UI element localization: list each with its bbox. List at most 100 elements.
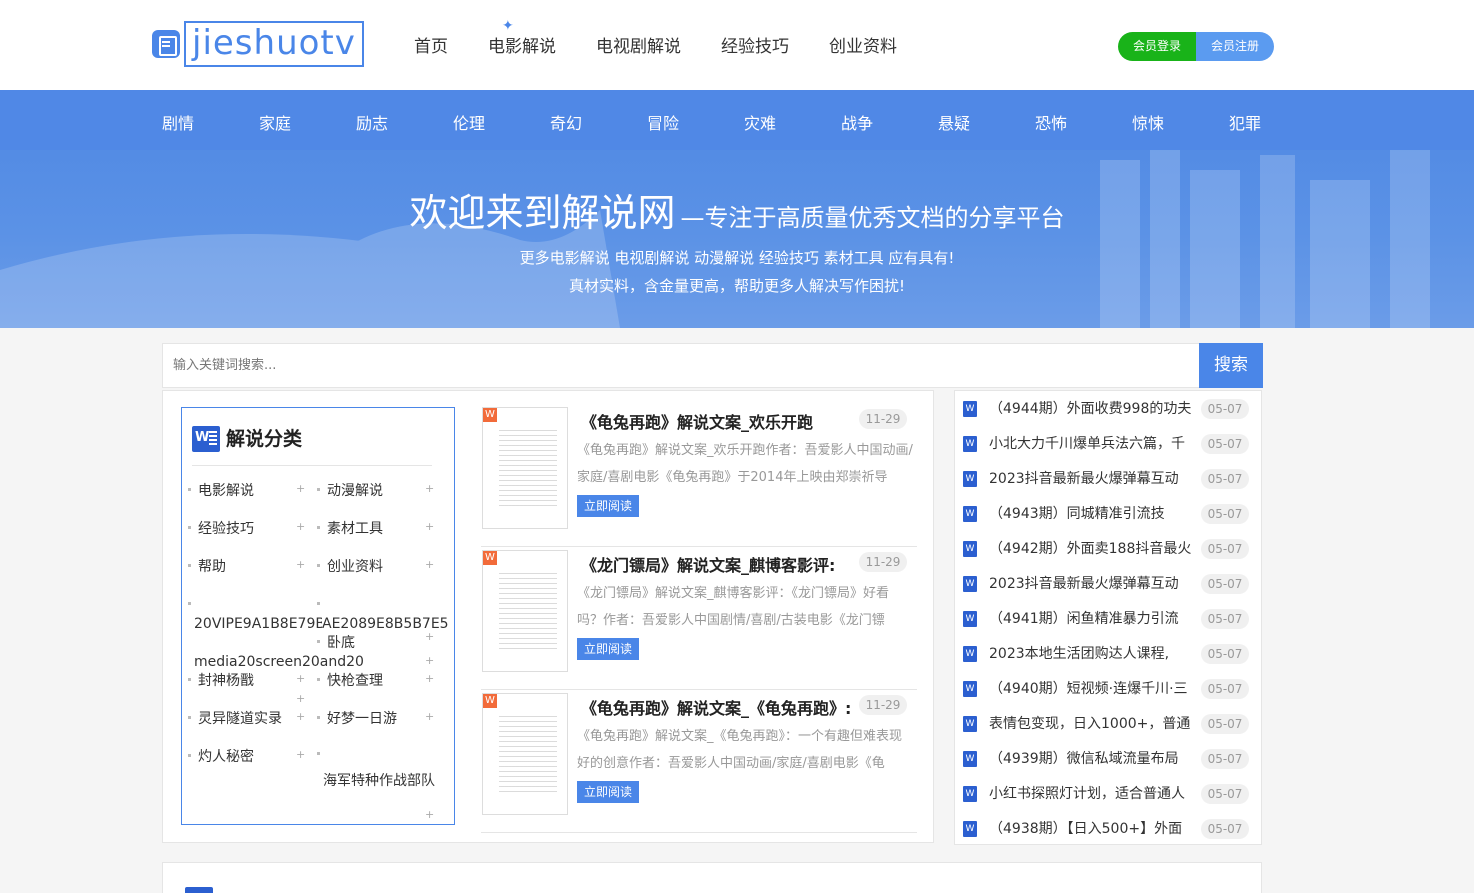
read-now-button[interactable]: 立即阅读	[577, 781, 639, 803]
catnav-item[interactable]: 战争	[841, 110, 873, 134]
expand-plus-icon[interactable]: +	[425, 654, 434, 667]
document-card: W 《龟兔再跑》解说文案_《龟兔再跑》: 11-29 《龟兔再跑》解说文案_《龟…	[481, 693, 917, 833]
expand-plus-icon[interactable]: +	[296, 692, 305, 705]
expand-plus-icon[interactable]: +	[296, 520, 305, 533]
word-file-icon: W	[963, 401, 977, 417]
site-logo[interactable]: jieshuotv ✦	[152, 18, 514, 68]
banner-line-1: 更多电影解说 电视剧解说 动漫解说 经验技巧 素材工具 应有具有!	[519, 249, 955, 267]
category-item[interactable]: 素材工具	[317, 518, 383, 538]
catnav-item[interactable]: 恐怖	[1035, 110, 1067, 134]
category-item[interactable]: 灼人秘密	[188, 746, 254, 766]
list-item[interactable]: W 小北大力千川爆单兵法六篇，千 05-07	[963, 426, 1253, 461]
expand-plus-icon[interactable]: +	[425, 558, 434, 571]
catnav-item[interactable]: 灾难	[744, 110, 776, 134]
catnav-item[interactable]: 伦理	[453, 110, 485, 134]
category-item[interactable]: 帮助	[188, 556, 226, 576]
banner-title-sub: —专注于高质量优秀文档的分享平台	[680, 204, 1065, 232]
nav-startup[interactable]: 创业资料	[829, 32, 897, 57]
list-item[interactable]: W （4943期）同城精准引流技 05-07	[963, 496, 1253, 531]
list-item[interactable]: W （4940期）短视频·连爆千川·三 05-07	[963, 671, 1253, 706]
list-item[interactable]: W 2023抖音最新最火爆弹幕互动 05-07	[963, 461, 1253, 496]
expand-plus-icon[interactable]: +	[425, 672, 434, 685]
word-file-icon: W	[963, 751, 977, 767]
category-item[interactable]: 创业资料	[317, 556, 383, 576]
read-now-button[interactable]: 立即阅读	[577, 495, 639, 517]
word-file-icon: W	[963, 471, 977, 487]
category-item[interactable]: 封神杨戬	[188, 670, 254, 690]
logo-text: jieshuotv	[184, 21, 364, 67]
list-item[interactable]: W （4941期）闲鱼精准暴力引流 05-07	[963, 601, 1253, 636]
document-title[interactable]: 《龟兔再跑》解说文案_欢乐开跑	[581, 409, 851, 433]
catnav-item[interactable]: 冒险	[647, 110, 679, 134]
nav-tips[interactable]: 经验技巧	[721, 32, 789, 57]
expand-plus-icon[interactable]: +	[296, 558, 305, 571]
catnav-item[interactable]: 悬疑	[938, 110, 970, 134]
document-card: W 《龟兔再跑》解说文案_欢乐开跑 11-29 《龟兔再跑》解说文案_欢乐开跑作…	[481, 407, 917, 547]
expand-plus-icon[interactable]: +	[296, 710, 305, 723]
banner-title-main: 欢迎来到解说网	[409, 191, 676, 235]
category-item[interactable]: 20VIPE9A1B8E79B8E7A2B9E8B5B7E5	[194, 616, 322, 632]
document-thumbnail[interactable]: W	[482, 693, 568, 815]
document-description: 《龙门镖局》解说文案_麒博客影评：《龙门镖局》好看吗？作者：吾爱影人中国剧情/喜…	[577, 586, 890, 628]
document-title[interactable]: 《龟兔再跑》解说文案_《龟兔再跑》:	[581, 695, 851, 719]
search-button[interactable]: 搜索	[1199, 343, 1263, 388]
expand-plus-icon[interactable]: +	[296, 672, 305, 685]
catnav-item[interactable]: 惊悚	[1132, 110, 1164, 134]
category-item[interactable]: 好梦一日游	[317, 708, 397, 728]
catnav-item[interactable]: 励志	[356, 110, 388, 134]
list-item[interactable]: W 表情包变现，日入1000+，普通 05-07	[963, 706, 1253, 741]
list-item[interactable]: W 2023本地生活团购达人课程, 05-07	[963, 636, 1253, 671]
category-item[interactable]: 经验技巧	[188, 518, 254, 538]
login-button[interactable]: 会员登录	[1118, 32, 1196, 61]
catnav-item[interactable]: 家庭	[259, 110, 291, 134]
catnav-item[interactable]: 犯罪	[1229, 110, 1261, 134]
expand-plus-icon[interactable]: +	[425, 808, 434, 821]
expand-plus-icon[interactable]: +	[425, 630, 434, 643]
search-bar: 搜索	[162, 343, 1263, 388]
expand-plus-icon[interactable]: +	[425, 710, 434, 723]
category-item[interactable]: 动漫解说	[317, 480, 383, 500]
category-item[interactable]: 海军特种作战部队	[323, 770, 435, 790]
nav-home[interactable]: 首页	[414, 32, 448, 57]
category-nav: 剧情 家庭 励志 伦理 奇幻 冒险 灾难 战争 悬疑 恐怖 惊悚 犯罪	[0, 90, 1474, 150]
nav-tv-commentary[interactable]: 电视剧解说	[596, 32, 681, 57]
category-item[interactable]: 快枪查理	[317, 670, 383, 690]
nav-movie-commentary[interactable]: 电影解说	[488, 32, 556, 57]
catnav-item[interactable]: 剧情	[162, 110, 194, 134]
search-input[interactable]	[163, 344, 1199, 387]
catnav-item[interactable]: 奇幻	[550, 110, 582, 134]
document-thumbnail[interactable]: W	[482, 550, 568, 672]
category-item[interactable]: 电影解说	[188, 480, 254, 500]
list-item[interactable]: W （4942期）外面卖188抖音最火 05-07	[963, 531, 1253, 566]
category-item[interactable]: 卧底	[317, 632, 355, 652]
list-item[interactable]: W 小红书探照灯计划，适合普通人 05-07	[963, 776, 1253, 811]
bullet	[188, 602, 191, 605]
document-description: 《龟兔再跑》解说文案_《龟兔再跑》：一个有趣但难表现好的创意作者：吾爱影人中国动…	[577, 729, 903, 771]
document-thumbnail[interactable]: W	[482, 407, 568, 529]
expand-plus-icon[interactable]: +	[296, 748, 305, 761]
banner-books-illustration	[0, 150, 1430, 328]
list-item[interactable]: W （4939期）微信私域流量布局 05-07	[963, 741, 1253, 776]
category-item[interactable]: media20screen20and20	[194, 654, 366, 670]
document-description: 《龟兔再跑》解说文案_欢乐开跑作者：吾爱影人中国动画/家庭/喜剧电影《龟兔再跑》…	[577, 443, 913, 485]
word-file-icon: W	[963, 576, 977, 592]
document-date: 11-29	[859, 695, 907, 715]
expand-plus-icon[interactable]: +	[425, 520, 434, 533]
word-file-icon: W	[963, 506, 977, 522]
word-file-icon: W	[963, 681, 977, 697]
read-now-button[interactable]: 立即阅读	[577, 638, 639, 660]
word-file-icon: W	[963, 611, 977, 627]
register-button[interactable]: 会员注册	[1196, 32, 1274, 61]
word-file-icon: W	[963, 786, 977, 802]
list-item[interactable]: W （4938期）【日入500+】外面 05-07	[963, 811, 1253, 846]
expand-plus-icon[interactable]: +	[425, 482, 434, 495]
bullet	[317, 602, 320, 605]
list-item[interactable]: W 2023抖音最新最火爆弹幕互动 05-07	[963, 566, 1253, 601]
category-item[interactable]: 灵异隧道实录	[188, 708, 282, 728]
document-title[interactable]: 《龙门镖局》解说文案_麒博客影评:	[581, 552, 851, 576]
site-header: jieshuotv ✦ 首页 电影解说 电视剧解说 经验技巧 创业资料 会员登录…	[0, 0, 1474, 90]
expand-plus-icon[interactable]: +	[296, 482, 305, 495]
word-doc-icon	[192, 426, 220, 452]
word-file-icon: W	[963, 821, 977, 837]
list-item[interactable]: W （4944期）外面收费998的功夫 05-07	[963, 391, 1253, 426]
